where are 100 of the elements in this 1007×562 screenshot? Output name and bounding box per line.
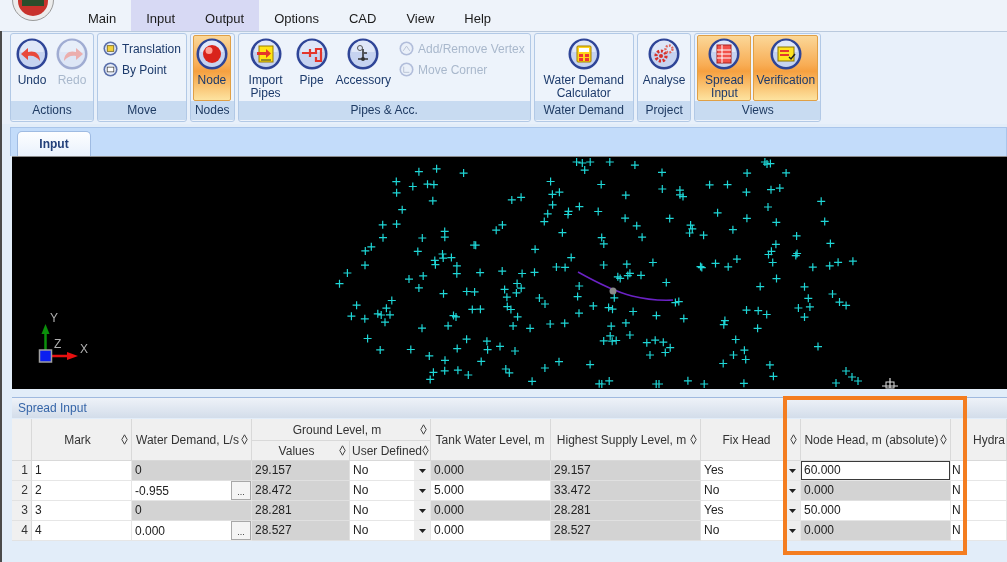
- column-header[interactable]: Ground Level, m: [252, 419, 431, 441]
- caret-icon: [418, 508, 426, 513]
- dropdown-field[interactable]: No: [350, 461, 431, 481]
- value-field[interactable]: -0.955 ...: [132, 481, 252, 501]
- column-header[interactable]: Node Head, m (absolute): [801, 419, 951, 461]
- table-cell: 0.000: [431, 501, 551, 521]
- ribbon-group-label: Pipes & Acc.: [238, 101, 530, 120]
- menu-tab[interactable]: Options: [259, 0, 334, 31]
- browse-button[interactable]: ...: [231, 521, 251, 540]
- ribbon-button[interactable]: Node: [192, 35, 231, 101]
- sphere-icon: [195, 38, 228, 70]
- table-cell: 0: [132, 461, 252, 481]
- table-cell: 0.000: [801, 481, 951, 501]
- ribbon-button[interactable]: Pipe: [292, 35, 331, 101]
- ribbon-group-label: Views: [695, 101, 821, 120]
- menu-tab[interactable]: View: [391, 0, 450, 31]
- table-cell: 0.000: [431, 521, 551, 541]
- caret-icon: [418, 468, 426, 473]
- redo-icon: [56, 38, 88, 70]
- menu-tab[interactable]: Main: [73, 0, 132, 31]
- dropdown-field[interactable]: No: [701, 481, 801, 501]
- cad-viewport[interactable]: Y Z X: [12, 156, 1007, 389]
- table-cell: N: [951, 461, 1007, 481]
- menu-tab[interactable]: CAD: [333, 0, 392, 31]
- table-cell: N: [951, 501, 1007, 521]
- ribbon-button[interactable]: Import Pipes: [240, 35, 291, 101]
- row-number[interactable]: 2: [12, 481, 32, 501]
- y-axis-arrow: [41, 324, 50, 350]
- table-cell: 28.527: [551, 521, 701, 541]
- point-icon: [103, 62, 118, 77]
- value-field[interactable]: 0.000 ...: [132, 521, 252, 541]
- column-header[interactable]: Mark: [32, 419, 132, 461]
- ribbon-button[interactable]: By Point: [100, 59, 184, 80]
- table-cell: 0: [132, 501, 252, 521]
- table-cell: 0.000: [801, 521, 951, 541]
- table-cell: 5.000: [431, 481, 551, 501]
- table-cell: 3: [32, 501, 132, 521]
- dropdown-field[interactable]: No: [350, 501, 431, 521]
- table-cell: 28.472: [252, 481, 350, 501]
- dropdown-field[interactable]: No: [350, 481, 431, 501]
- column-header[interactable]: Highest Supply Level, m: [551, 419, 701, 461]
- ribbon-button[interactable]: Accessory: [332, 35, 394, 101]
- ribbon-group-label: Actions: [11, 101, 93, 120]
- vertex-icon: [398, 41, 414, 56]
- table-cell: 1: [32, 461, 132, 481]
- dropdown-field[interactable]: No: [701, 521, 801, 541]
- node-dot-icon[interactable]: [609, 287, 617, 295]
- table-cell: 33.472: [551, 481, 701, 501]
- document-tab[interactable]: Input: [17, 131, 91, 156]
- move-icon: [103, 41, 118, 56]
- undo-icon: [16, 38, 48, 70]
- column-header[interactable]: Water Demand, L/s: [132, 419, 252, 461]
- origin-square-icon: [38, 349, 53, 363]
- dropdown-field[interactable]: No: [350, 521, 431, 541]
- column-header[interactable]: Tank Water Level, m: [431, 419, 551, 461]
- ribbon-button[interactable]: Verification: [753, 35, 819, 101]
- table-cell: 29.157: [252, 461, 350, 481]
- column-header[interactable]: Values: [252, 441, 350, 461]
- column-header[interactable]: Hydra: [951, 419, 1007, 461]
- table-cell: N: [951, 481, 1007, 501]
- row-number[interactable]: 3: [12, 501, 32, 521]
- row-number[interactable]: 1: [12, 461, 32, 481]
- ribbon-button[interactable]: Water Demand Calculator: [536, 35, 631, 101]
- ribbon-group-label: Water Demand: [534, 101, 633, 120]
- axis-label: Y: [50, 311, 58, 325]
- ribbon-group-label: Project: [637, 101, 691, 120]
- ribbon-button[interactable]: Spread Input: [697, 35, 752, 101]
- app-logo-icon[interactable]: [12, 0, 54, 22]
- table-cell: 50.000: [801, 501, 951, 521]
- dropdown-field[interactable]: Yes: [701, 501, 801, 521]
- table-cell: 28.281: [551, 501, 701, 521]
- fitting-icon: [347, 38, 380, 70]
- gears-icon: [648, 38, 681, 70]
- corner-icon: [398, 62, 414, 77]
- table-cell: 2: [32, 481, 132, 501]
- column-header[interactable]: Fix Head: [701, 419, 801, 461]
- table-cell: 29.157: [551, 461, 701, 481]
- caret-icon: [788, 528, 796, 533]
- column-header[interactable]: User Defined: [350, 441, 431, 461]
- menu-tab[interactable]: Input: [131, 0, 191, 31]
- table-cell: 60.000: [801, 461, 951, 481]
- table-cell: 28.281: [252, 501, 350, 521]
- ribbon-button[interactable]: Translation: [100, 38, 184, 59]
- table-cell: N: [951, 521, 1007, 541]
- caret-icon: [788, 488, 796, 493]
- browse-button[interactable]: ...: [231, 481, 251, 500]
- ribbon-button[interactable]: Analyse: [639, 35, 689, 101]
- row-number[interactable]: 4: [12, 521, 32, 541]
- menu-tab[interactable]: Output: [190, 0, 260, 31]
- caret-icon: [788, 468, 796, 473]
- ribbon-button[interactable]: Undo: [13, 35, 51, 101]
- ribbon-group-label: Nodes: [190, 101, 234, 120]
- import-icon: [249, 38, 282, 70]
- pipe-line[interactable]: [577, 271, 674, 301]
- dropdown-field[interactable]: Yes: [701, 461, 801, 481]
- menu-tab[interactable]: Help: [449, 0, 507, 31]
- caret-icon: [788, 508, 796, 513]
- checklist-icon: [769, 38, 802, 70]
- cursor-icon: [881, 377, 899, 389]
- table-cell: 4: [32, 521, 132, 541]
